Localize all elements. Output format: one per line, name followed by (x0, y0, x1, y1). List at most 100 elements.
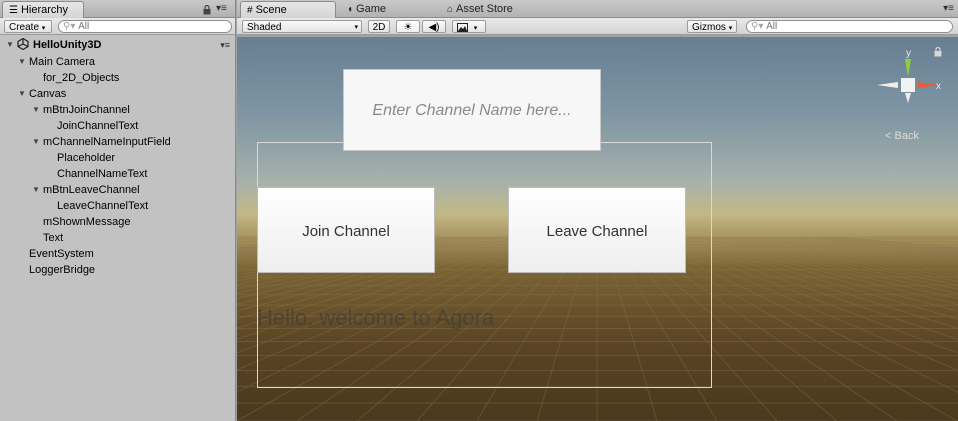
back-view-label[interactable]: < Back (885, 130, 919, 142)
hierarchy-row[interactable]: ▼ mBtnJoinChannel (0, 102, 236, 118)
scene-tabstrip: # Scene ◖ Game ⌂ Asset Store ▾≡ (237, 0, 958, 18)
tab-game[interactable]: ◖ Game (341, 1, 431, 18)
tab-hierarchy-label: Hierarchy (20, 4, 69, 16)
expand-arrow-icon[interactable]: ▼ (32, 182, 40, 198)
hierarchy-row[interactable]: ▼ mChannelNameInputField (0, 134, 236, 150)
create-dropdown[interactable]: Create ▾ (4, 20, 52, 33)
hierarchy-row-label: Canvas (29, 88, 67, 100)
hierarchy-tree: ▼ HelloUnity3D ▾≡ ▼ Main Camera for_2D_Obj… (0, 36, 236, 278)
shopping-bag-icon: ⌂ (447, 4, 454, 15)
hierarchy-root-row[interactable]: ▼ HelloUnity3D ▾≡ (0, 36, 236, 54)
hierarchy-row[interactable]: LeaveChannelText (0, 198, 236, 214)
sun-icon: ☀ (403, 22, 413, 33)
tab-asset-store-label: Asset Store (456, 3, 513, 15)
scene-search[interactable]: ⚲▾ (746, 20, 953, 33)
hierarchy-row[interactable]: ▼ mBtnLeaveChannel (0, 182, 236, 198)
list-icon: ☰ (9, 5, 18, 16)
unity-scene-icon (17, 38, 29, 50)
gizmo-neg-y-axis[interactable] (905, 93, 911, 103)
hierarchy-row[interactable]: ▼ Canvas (0, 86, 236, 102)
hierarchy-row[interactable]: Placeholder (0, 150, 236, 166)
tab-scene-label: Scene (255, 4, 287, 16)
lock-icon[interactable] (934, 47, 942, 57)
gizmo-y-label: y (906, 48, 911, 59)
search-icon: ⚲▾ (751, 21, 764, 32)
scene-panel: # Scene ◖ Game ⌂ Asset Store ▾≡ Shaded ▾ 2D… (237, 0, 958, 421)
gizmos-label: Gizmos (692, 22, 726, 33)
hierarchy-row-label: JoinChannelText (57, 120, 139, 132)
expand-arrow-icon[interactable]: ▼ (18, 54, 26, 70)
hierarchy-tabstrip: ☰ Hierarchy ▾≡ (0, 0, 235, 18)
channel-name-input-field[interactable]: Enter Channel Name here... (343, 69, 601, 151)
channel-name-placeholder: Enter Channel Name here... (372, 102, 572, 119)
audio-toggle[interactable]: ◀) (422, 20, 446, 33)
grid-icon: # (247, 5, 253, 16)
shading-mode-label: Shaded (247, 22, 282, 33)
join-channel-label: Join Channel (302, 223, 390, 240)
hierarchy-items: ▼ Main Camera for_2D_Objects ▼ Canvas ▼ mBtnJo… (0, 54, 236, 278)
hierarchy-row-label: for_2D_Objects (43, 72, 120, 84)
leave-channel-label: Leave Channel (546, 223, 648, 240)
hierarchy-row[interactable]: mShownMessage (0, 214, 236, 230)
toggle-2d-label: 2D (372, 22, 386, 33)
gizmo-y-axis[interactable] (905, 59, 911, 77)
search-icon: ⚲▾ (63, 21, 76, 32)
tab-game-label: Game (356, 3, 387, 15)
hierarchy-toolbar: Create ▾ ⚲▾ (0, 18, 235, 35)
hierarchy-search[interactable]: ⚲▾ (58, 20, 232, 33)
panel-menu-icon[interactable]: ▾≡ (943, 3, 954, 14)
gizmo-neg-x-axis[interactable] (877, 82, 898, 88)
leave-channel-button[interactable]: Leave Channel (508, 187, 686, 273)
gizmo-center-cube[interactable] (901, 78, 915, 92)
expand-arrow-icon[interactable]: ▼ (18, 86, 26, 102)
tab-hierarchy[interactable]: ☰ Hierarchy (2, 1, 84, 18)
hierarchy-row-label: LeaveChannelText (57, 200, 149, 212)
hierarchy-row[interactable]: JoinChannelText (0, 118, 236, 134)
hierarchy-row[interactable]: Text (0, 230, 236, 246)
pacman-icon: ◖ (347, 4, 354, 15)
scene-viewport[interactable]: Enter Channel Name here... Join Channel … (237, 37, 958, 421)
hierarchy-panel: ☰Hierarchy ▾≡ Create ▾ ⚲▾ ▼ HelloUnity3D… (0, 0, 236, 421)
hierarchy-row[interactable]: ChannelNameText (0, 166, 236, 182)
gizmo-x-label: x (936, 81, 941, 92)
join-channel-button[interactable]: Join Channel (257, 187, 435, 273)
hierarchy-row-label: mBtnLeaveChannel (43, 184, 140, 196)
effects-dropdown[interactable]: ▾ (452, 20, 486, 33)
chevron-down-icon: ▾ (728, 25, 733, 32)
hierarchy-row-label: LoggerBridge (29, 264, 96, 276)
expand-arrow-icon[interactable]: ▼ (6, 37, 14, 53)
row-menu-icon[interactable]: ▾≡ (220, 37, 230, 53)
expand-arrow-icon[interactable]: ▼ (32, 134, 40, 150)
hierarchy-row[interactable]: for_2D_Objects (0, 70, 236, 86)
root-scene-label: HelloUnity3D (33, 39, 102, 51)
speaker-icon: ◀) (428, 22, 440, 33)
hierarchy-row-label: mShownMessage (43, 216, 131, 228)
hierarchy-row[interactable]: ▼ Main Camera (0, 54, 236, 70)
hierarchy-row[interactable]: EventSystem (0, 246, 236, 262)
scene-toolbar: Shaded ▾ 2D ☀ ◀) ▾ Gizmos ▾ ⚲▾ (237, 18, 958, 35)
tab-scene[interactable]: # Scene (240, 1, 336, 18)
chevron-down-icon: ▾ (41, 25, 46, 32)
hierarchy-row-label: mChannelNameInputField (43, 136, 171, 148)
chevron-down-icon: ▾ (473, 25, 478, 32)
hierarchy-row-label: Main Camera (29, 56, 96, 68)
toggle-2d-button[interactable]: 2D (368, 20, 390, 33)
hierarchy-row-label: Placeholder (57, 152, 116, 164)
hierarchy-row-label: EventSystem (29, 248, 94, 260)
back-view-text: Back (894, 130, 919, 142)
hierarchy-search-input[interactable] (78, 21, 213, 32)
tab-asset-store[interactable]: ⌂ Asset Store (441, 1, 551, 18)
lock-icon[interactable] (203, 5, 211, 15)
shown-message-text: Hello, welcome to Agora (257, 305, 495, 330)
scene-search-input[interactable] (766, 21, 927, 32)
shading-mode-dropdown[interactable]: Shaded ▾ (242, 20, 362, 33)
gizmos-dropdown[interactable]: Gizmos ▾ (687, 20, 737, 33)
hierarchy-row-label: Text (43, 232, 64, 244)
hierarchy-row-label: mBtnJoinChannel (43, 104, 130, 116)
expand-arrow-icon[interactable]: ▼ (32, 102, 40, 118)
create-label: Create (9, 22, 40, 33)
hierarchy-row[interactable]: LoggerBridge (0, 262, 236, 278)
lighting-toggle[interactable]: ☀ (396, 20, 420, 33)
panel-menu-icon[interactable]: ▾≡ (216, 3, 227, 14)
chevron-down-icon: ▾ (354, 24, 358, 31)
